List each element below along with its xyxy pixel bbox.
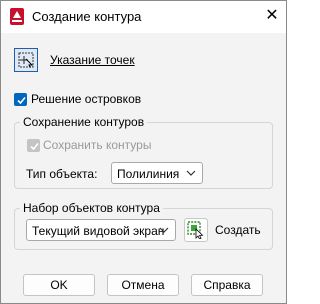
create-boundary-dialog: Создание контура ✕ Указание точек Решени… — [0, 0, 287, 304]
help-button[interactable]: Справка — [191, 274, 263, 296]
pick-points-label[interactable]: Указание точек — [50, 53, 135, 67]
chevron-down-icon — [159, 227, 169, 233]
boundary-set-select[interactable]: Текущий видовой экран — [26, 219, 176, 241]
retain-boundaries-label: Сохранить контуры — [43, 138, 152, 152]
chevron-down-icon — [186, 170, 196, 176]
cancel-button[interactable]: Отмена — [107, 274, 179, 296]
ok-button[interactable]: OK — [23, 274, 95, 296]
boundary-set-value: Текущий видовой экран — [32, 224, 165, 238]
new-boundary-set-label[interactable]: Создать — [215, 223, 261, 237]
retain-boundaries-checkbox[interactable] — [27, 139, 40, 152]
object-type-value: Полилиния — [117, 167, 180, 181]
boundary-set-group-title: Набор объектов контура — [20, 201, 163, 215]
new-boundary-set-button[interactable] — [184, 218, 208, 242]
select-objects-icon — [187, 221, 204, 239]
pick-points-button[interactable] — [14, 48, 38, 72]
object-type-label: Тип объекта: — [26, 167, 98, 181]
island-detection-label[interactable]: Решение островков — [31, 92, 141, 106]
retain-boundaries-group-title: Сохранение контуров — [20, 115, 148, 129]
autocad-icon — [10, 8, 24, 25]
pick-points-icon — [18, 52, 34, 68]
dialog-title: Создание контура — [32, 9, 142, 24]
close-icon[interactable]: ✕ — [261, 5, 283, 27]
object-type-select[interactable]: Полилиния — [111, 162, 203, 184]
island-detection-checkbox[interactable] — [14, 93, 27, 106]
title-bar: Создание контура ✕ — [1, 1, 286, 33]
